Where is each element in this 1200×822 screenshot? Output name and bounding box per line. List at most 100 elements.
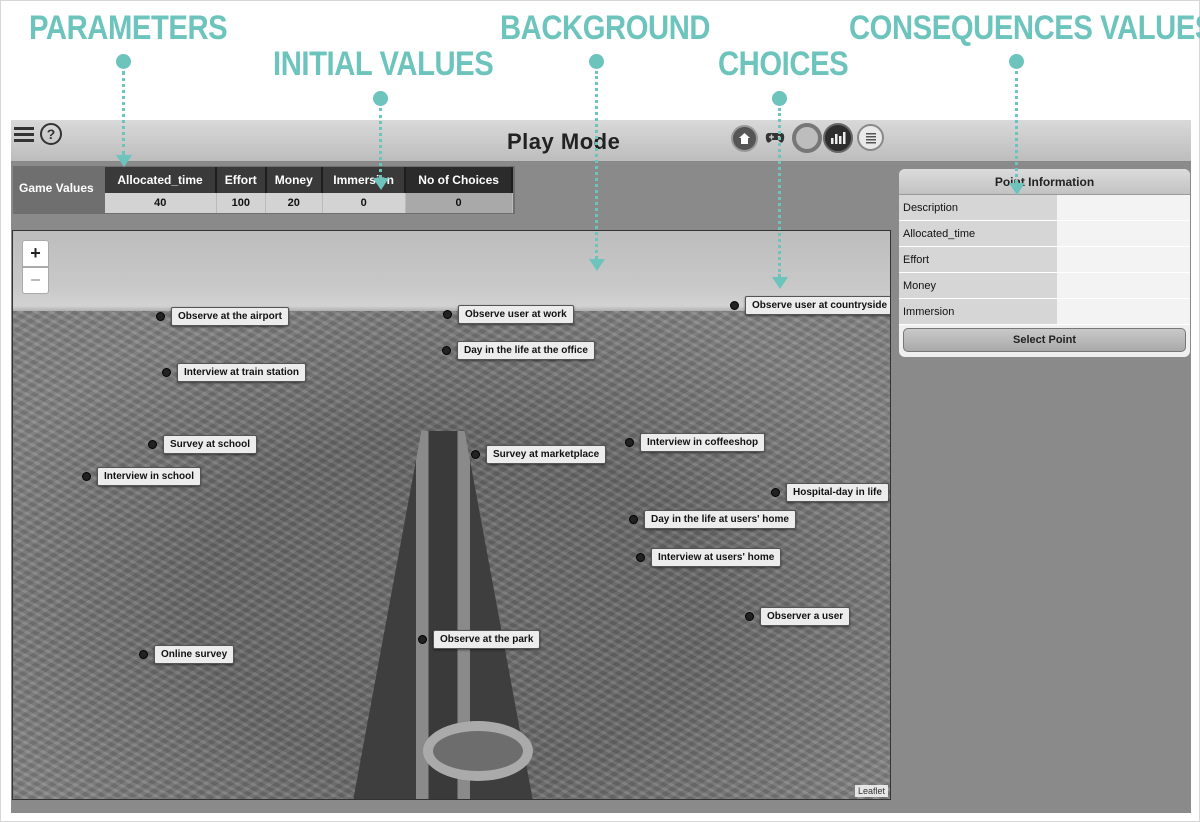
list-icon[interactable] (857, 124, 884, 151)
marker-pin-icon[interactable] (418, 635, 427, 644)
marker-label[interactable]: Hospital-day in life (786, 483, 889, 502)
callout-connector (778, 108, 781, 277)
point-information-panel: Point Information Description Allocated_… (899, 169, 1190, 357)
table-cell: 0 (322, 193, 406, 213)
app-window: ? Play Mode Game Values Allocated_time E… (11, 120, 1191, 813)
table-row: Immersion (899, 299, 1190, 325)
help-icon[interactable]: ? (40, 123, 62, 145)
map-roundabout-image (423, 721, 533, 781)
marker-label[interactable]: Interview at train station (177, 363, 307, 382)
point-information-title: Point Information (899, 169, 1190, 195)
table-row: Money (899, 273, 1190, 299)
callout-dot (373, 91, 388, 106)
table-cell: 100 (216, 193, 267, 213)
marker-label[interactable]: Observe user at countryside (745, 296, 890, 315)
callout-initial-values: INITIAL VALUES (273, 45, 494, 83)
marker-pin-icon[interactable] (139, 650, 148, 659)
map-marker[interactable]: Day in the life at the office (442, 341, 595, 360)
marker-label[interactable]: Observe user at work (458, 305, 574, 324)
map-marker[interactable]: Interview at users' home (636, 548, 782, 567)
marker-label[interactable]: Online survey (154, 645, 235, 664)
table-row: Allocated_time (899, 221, 1190, 247)
marker-label[interactable]: Day in the life at users' home (644, 510, 796, 529)
table-cell: 0 (405, 193, 513, 213)
marker-pin-icon[interactable] (730, 301, 739, 310)
home-icon[interactable] (731, 125, 758, 152)
map-marker[interactable]: Interview at train station (162, 363, 307, 382)
map-marker[interactable]: Observer a user (745, 607, 851, 626)
marker-pin-icon[interactable] (636, 553, 645, 562)
callout-choices: CHOICES (718, 45, 849, 83)
table-row: Description (899, 195, 1190, 221)
row-label: Effort (899, 247, 1057, 272)
map-marker[interactable]: Survey at school (148, 435, 258, 454)
row-value (1057, 195, 1190, 220)
map-marker[interactable]: Hospital-day in life (771, 483, 889, 502)
callout-arrow-icon (589, 259, 605, 271)
marker-pin-icon[interactable] (471, 450, 480, 459)
map-marker[interactable]: Day in the life at users' home (629, 510, 796, 529)
row-label: Immersion (899, 299, 1057, 324)
marker-label[interactable]: Interview in school (97, 467, 202, 486)
marker-label[interactable]: Survey at marketplace (486, 445, 607, 464)
marker-label[interactable]: Observe at the park (433, 630, 541, 649)
marker-label[interactable]: Observe at the airport (171, 307, 289, 326)
callout-parameters: PARAMETERS (29, 9, 228, 47)
marker-label[interactable]: Interview in coffeeshop (640, 433, 766, 452)
column-header: Allocated_time (105, 167, 218, 193)
row-value (1057, 273, 1190, 298)
callout-dot (116, 54, 131, 69)
callout-arrow-icon (116, 155, 132, 167)
select-point-button[interactable]: Select Point (903, 328, 1186, 352)
game-values-bar: Game Values Allocated_time Effort Money … (13, 166, 515, 214)
callout-dot (589, 54, 604, 69)
column-header: Effort (216, 167, 267, 193)
map-marker[interactable]: Observe at the park (418, 630, 541, 649)
page-title: Play Mode (507, 129, 621, 154)
column-header: No of Choices (405, 167, 513, 193)
map-marker[interactable]: Interview in school (82, 467, 202, 486)
map-marker[interactable]: Observe user at work (443, 305, 574, 324)
game-values-table: Allocated_time Effort Money Immersion No… (105, 167, 513, 213)
row-label: Money (899, 273, 1057, 298)
row-value (1057, 221, 1190, 246)
marker-pin-icon[interactable] (162, 368, 171, 377)
map-background[interactable]: + − Observe at the airport Observe user … (12, 230, 891, 800)
leaflet-attribution-link[interactable]: Leaflet (854, 785, 888, 797)
marker-label[interactable]: Observer a user (760, 607, 851, 626)
game-values-label: Game Values (19, 181, 94, 195)
zoom-out-button[interactable]: − (22, 267, 49, 294)
map-marker[interactable]: Online survey (139, 645, 235, 664)
marker-pin-icon[interactable] (82, 472, 91, 481)
marker-pin-icon[interactable] (442, 346, 451, 355)
marker-pin-icon[interactable] (156, 312, 165, 321)
app-header: ? Play Mode (11, 120, 1191, 162)
marker-pin-icon[interactable] (771, 488, 780, 497)
marker-pin-icon[interactable] (148, 440, 157, 449)
language-icon[interactable] (14, 124, 36, 148)
map-marker[interactable]: Observe user at countryside (730, 296, 890, 315)
marker-pin-icon[interactable] (625, 438, 634, 447)
map-marker[interactable]: Observe at the airport (156, 307, 289, 326)
map-marker[interactable]: Interview in coffeeshop (625, 433, 766, 452)
marker-pin-icon[interactable] (629, 515, 638, 524)
row-value (1057, 299, 1190, 324)
cycle-icon[interactable] (792, 123, 822, 153)
marker-label[interactable]: Interview at users' home (651, 548, 782, 567)
row-label: Allocated_time (899, 221, 1057, 246)
callout-arrow-icon (1009, 183, 1025, 195)
marker-label[interactable]: Day in the life at the office (457, 341, 595, 360)
marker-pin-icon[interactable] (443, 310, 452, 319)
map-marker[interactable]: Survey at marketplace (471, 445, 607, 464)
marker-pin-icon[interactable] (745, 612, 754, 621)
gamepad-icon[interactable] (763, 126, 787, 150)
column-header: Money (265, 167, 324, 193)
callout-connector (595, 71, 598, 259)
screenshot-frame: PARAMETERS INITIAL VALUES BACKGROUND CHO… (0, 0, 1200, 822)
callout-background: BACKGROUND (500, 9, 711, 47)
marker-label[interactable]: Survey at school (163, 435, 258, 454)
table-cell: 40 (105, 193, 217, 213)
zoom-in-button[interactable]: + (22, 240, 49, 267)
stats-icon[interactable] (823, 123, 853, 153)
callout-arrow-icon (772, 277, 788, 289)
